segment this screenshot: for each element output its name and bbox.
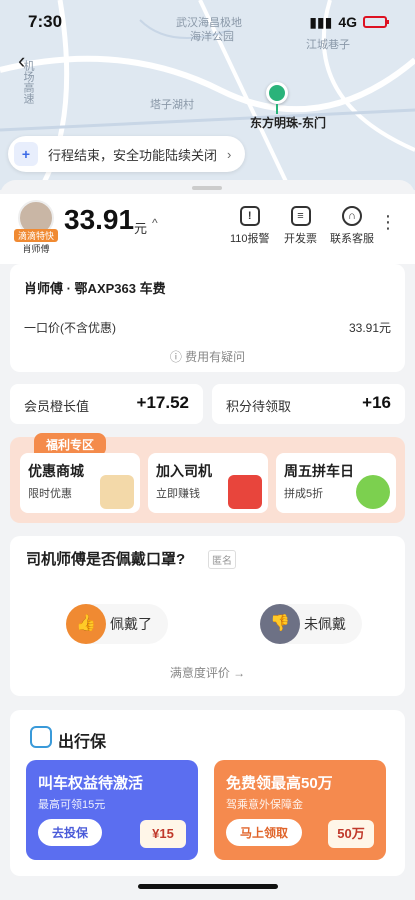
- welfare-title: 加入司机: [156, 463, 212, 479]
- alarm-button[interactable]: ! 110报警: [230, 206, 270, 246]
- welfare-item-carpool[interactable]: 周五拼车日 拼成5折: [276, 453, 396, 513]
- pin-tail: [276, 104, 278, 114]
- trip-banner-text: 行程结束，安全功能陆续关闭: [48, 147, 218, 163]
- fare-unit: 元: [134, 221, 148, 236]
- no-mask-button[interactable]: 👎 未佩戴: [260, 604, 362, 644]
- price-row: 一口价(不含优惠) 33.91元: [24, 319, 391, 336]
- destination-pin-icon: [266, 82, 288, 104]
- member-label: 会员橙长值: [24, 399, 90, 414]
- drag-handle[interactable]: [192, 186, 222, 190]
- fare-question-text: 费用有疑问: [185, 350, 246, 364]
- headset-icon: ∩: [342, 206, 362, 226]
- insurance-activate-box[interactable]: 叫车权益待激活 最高可领15元 去投保 ¥15: [26, 760, 198, 860]
- driver-plate-line: 肖师傅 · 鄂AXP363 车费: [24, 281, 166, 296]
- shield-check-icon: [30, 726, 52, 748]
- coupon-badge: ¥15: [140, 820, 186, 848]
- trip-end-banner[interactable]: + 行程结束，安全功能陆续关闭 ›: [8, 136, 246, 172]
- status-indicators: ▮▮▮ 4G: [309, 13, 389, 31]
- customer-service-button[interactable]: ∩ 联系客服: [330, 206, 374, 246]
- thumbs-down-icon: 👎: [260, 604, 300, 644]
- signal-icon: ▮▮▮: [309, 13, 333, 30]
- mascot-icon: [356, 475, 390, 509]
- points-card[interactable]: 积分待领取 +16: [212, 384, 405, 424]
- wore-mask-button[interactable]: 👍 佩戴了: [66, 604, 168, 644]
- welfare-sub: 拼成5折: [284, 488, 324, 500]
- wore-mask-label: 佩戴了: [110, 616, 152, 632]
- fare-amount: 33.91: [64, 204, 135, 235]
- home-indicator[interactable]: [138, 884, 278, 889]
- status-bar: 7:30 ▮▮▮ 4G: [0, 0, 415, 44]
- welfare-title: 周五拼车日: [284, 463, 354, 479]
- price-label: 一口价(不含优惠): [24, 321, 116, 335]
- insurance-left-sub: 最高可领15元: [38, 799, 106, 811]
- alarm-icon: !: [239, 206, 260, 226]
- welfare-sub: 立即赚钱: [156, 488, 200, 500]
- insure-button[interactable]: 去投保: [38, 819, 103, 846]
- fare-detail-card: 肖师傅 · 鄂AXP363 车费 一口价(不含优惠) 33.91元 ⓘ 费用有疑…: [10, 264, 405, 372]
- welfare-sub: 限时优惠: [28, 488, 72, 500]
- battery-icon: [363, 16, 389, 28]
- insurance-title: 出行保: [58, 734, 107, 751]
- alarm-label: 110报警: [230, 233, 270, 245]
- service-badge: 滴滴特快: [14, 229, 58, 242]
- coupon-icon: [100, 475, 134, 509]
- map-label: 塔子湖村: [150, 99, 194, 111]
- points-label: 积分待领取: [226, 399, 292, 414]
- driver-name: 肖师傅: [22, 244, 50, 254]
- back-button[interactable]: ‹: [18, 48, 25, 74]
- more-icon[interactable]: ⋮: [379, 212, 397, 233]
- mask-question: 司机师傅是否佩戴口罩?: [26, 551, 186, 568]
- insurance-right-title: 免费领最高50万: [226, 775, 333, 792]
- welfare-section: 福利专区 优惠商城 限时优惠 加入司机 立即赚钱 周五拼车日 拼成5折: [10, 433, 405, 523]
- points-value: +16: [362, 393, 391, 412]
- shield-icon: +: [14, 142, 38, 166]
- destination-label: 东方明珠-东门: [250, 116, 326, 130]
- chevron-right-icon: ›: [227, 146, 232, 162]
- welfare-item-mall[interactable]: 优惠商城 限时优惠: [20, 453, 140, 513]
- no-mask-label: 未佩戴: [304, 616, 346, 632]
- welfare-title: 优惠商城: [28, 463, 84, 479]
- fare-question-link[interactable]: ⓘ 费用有疑问: [10, 348, 405, 365]
- member-value: +17.52: [136, 393, 189, 412]
- price-value: 33.91元: [348, 321, 391, 335]
- invoice-icon: ≡: [290, 206, 311, 226]
- insurance-free-box[interactable]: 免费领最高50万 驾乘意外保障金 马上领取 50万: [214, 760, 386, 860]
- anonymous-badge: 匿名: [208, 550, 236, 569]
- red-envelope-icon: [228, 475, 262, 509]
- customer-service-label: 联系客服: [330, 233, 374, 245]
- fare-header: 滴滴特快 肖师傅 33.91 元 ^ ! 110报警 ≡ 开发票 ∩ 联系客服 …: [0, 194, 415, 264]
- chevron-up-icon[interactable]: ^: [152, 216, 158, 230]
- status-time: 7:30: [28, 12, 63, 31]
- satisfaction-link[interactable]: 满意度评价 →: [10, 664, 405, 681]
- insurance-left-title: 叫车权益待激活: [38, 775, 144, 792]
- network-label: 4G: [338, 14, 357, 30]
- insurance-right-sub: 驾乘意外保障金: [226, 799, 303, 811]
- claim-button[interactable]: 马上领取: [226, 819, 303, 846]
- insurance-card: 出行保 叫车权益待激活 最高可领15元 去投保 ¥15 免费领最高50万 驾乘意…: [10, 710, 405, 876]
- member-growth-card[interactable]: 会员橙长值 +17.52: [10, 384, 203, 424]
- question-icon: ⓘ: [169, 350, 186, 364]
- thumbs-up-icon: 👍: [66, 604, 106, 644]
- driver-tag: 滴滴特快 肖师傅: [14, 229, 58, 255]
- welfare-item-join-driver[interactable]: 加入司机 立即赚钱: [148, 453, 268, 513]
- invoice-label: 开发票: [284, 233, 317, 245]
- mask-survey-card: 司机师傅是否佩戴口罩? 匿名 👍 佩戴了 👎 未佩戴 满意度评价 →: [10, 536, 405, 696]
- bottom-sheet: 滴滴特快 肖师傅 33.91 元 ^ ! 110报警 ≡ 开发票 ∩ 联系客服 …: [0, 180, 415, 900]
- invoice-button[interactable]: ≡ 开发票: [284, 206, 317, 246]
- amount-badge: 50万: [328, 820, 374, 848]
